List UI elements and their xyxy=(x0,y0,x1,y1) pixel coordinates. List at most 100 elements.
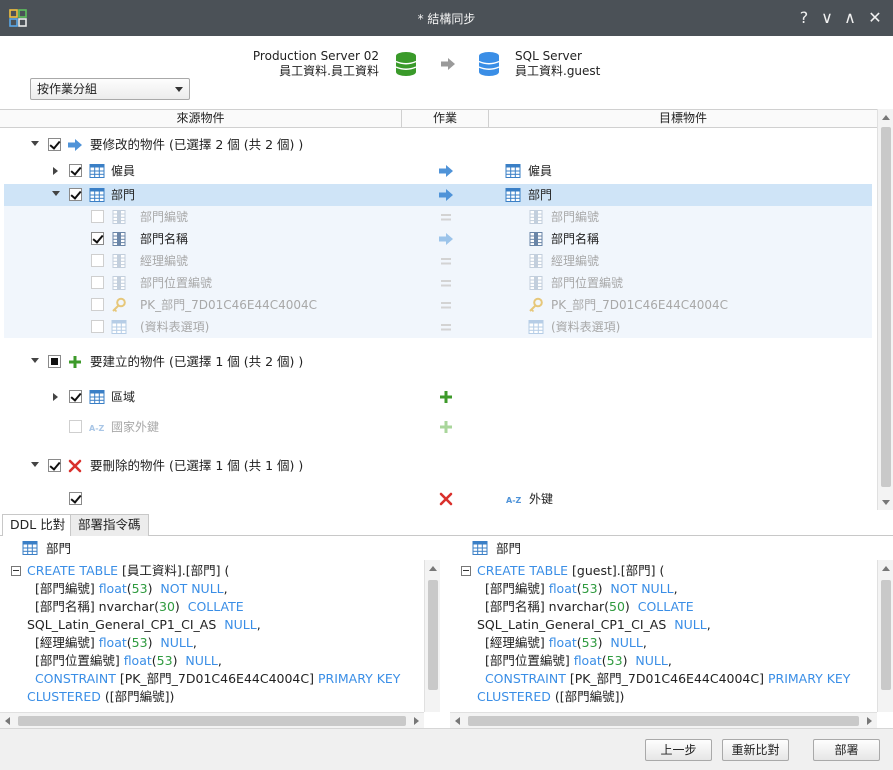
target-connection: SQL Server 員工資料.guest xyxy=(515,49,600,79)
code-keyword: NOT NULL xyxy=(160,581,224,596)
row-checkbox[interactable] xyxy=(69,390,82,403)
tree-row-country-fk[interactable]: 國家外鍵 xyxy=(0,416,877,438)
tree-row-fk-delete[interactable]: 外键 xyxy=(0,488,877,510)
column-icon xyxy=(111,209,127,225)
tab-ddl-compare[interactable]: DDL 比對 xyxy=(2,514,74,537)
group-create-label: 要建立的物件 (已選擇 1 個 (共 2 個) ) xyxy=(90,354,304,369)
code-text: ([部門編號]) xyxy=(100,689,175,704)
table-icon xyxy=(22,540,38,556)
source-object-label: 區域 xyxy=(111,390,136,404)
column-header-action[interactable]: 作業 xyxy=(402,110,489,127)
collapse-toggle-icon[interactable] xyxy=(31,141,39,146)
code-keyword: NULL xyxy=(160,635,193,650)
group-create-checkbox[interactable] xyxy=(48,355,61,368)
code-line: [經理編號] float(53) NULL, xyxy=(0,634,424,652)
scrollbar-thumb[interactable] xyxy=(881,580,891,690)
ddl-source-vertical-scrollbar[interactable] xyxy=(424,560,440,712)
row-checkbox[interactable] xyxy=(69,492,82,505)
scroll-left-icon[interactable] xyxy=(5,717,10,725)
group-delete-checkbox[interactable] xyxy=(48,459,61,472)
scroll-right-icon[interactable] xyxy=(414,717,419,725)
equal-icon xyxy=(438,297,454,313)
code-number: 53 xyxy=(581,581,598,596)
row-checkbox[interactable] xyxy=(91,254,104,267)
code-text: ([部門編號]) xyxy=(550,689,625,704)
target-object-label: 部門 xyxy=(528,188,553,202)
scrollbar-thumb[interactable] xyxy=(18,716,406,726)
ddl-target-horizontal-scrollbar[interactable] xyxy=(450,712,877,728)
row-checkbox[interactable] xyxy=(69,164,82,177)
back-button[interactable]: 上一步 xyxy=(645,739,712,761)
scrollbar-thumb[interactable] xyxy=(881,127,891,487)
scroll-up-icon[interactable] xyxy=(882,115,890,120)
group-row-create[interactable]: 要建立的物件 (已選擇 1 個 (共 2 個) ) xyxy=(0,351,877,373)
tree-row-department-selected[interactable]: 部門 部門 xyxy=(4,184,872,206)
sync-direction-arrow-icon xyxy=(441,58,455,70)
target-server-name: SQL Server xyxy=(515,49,582,63)
row-checkbox[interactable] xyxy=(91,210,104,223)
minimize-button[interactable]: ∨ xyxy=(818,8,836,28)
ddl-target-vertical-scrollbar[interactable] xyxy=(877,560,893,712)
scroll-down-icon[interactable] xyxy=(882,500,890,505)
code-keyword: COLLATE xyxy=(187,599,244,614)
help-button[interactable]: ? xyxy=(795,8,813,28)
row-checkbox[interactable] xyxy=(69,420,82,433)
group-modify-checkbox[interactable] xyxy=(48,138,61,151)
group-row-modify[interactable]: 要修改的物件 (已選擇 2 個 (共 2 個) ) xyxy=(0,134,877,156)
code-text: [經理編號] xyxy=(27,635,99,650)
scroll-up-icon[interactable] xyxy=(429,566,437,571)
code-text: ) xyxy=(622,653,636,668)
scrollbar-thumb[interactable] xyxy=(428,580,438,690)
collapse-toggle-icon[interactable] xyxy=(52,191,60,196)
code-text: SQL_Latin_General_CP1_CI_AS xyxy=(477,617,675,632)
tab-deploy-script[interactable]: 部署指令碼 xyxy=(70,514,149,536)
recompare-button[interactable]: 重新比對 xyxy=(722,739,789,761)
expand-toggle-icon[interactable] xyxy=(53,393,58,401)
scroll-left-icon[interactable] xyxy=(455,717,460,725)
column-icon xyxy=(111,253,127,269)
tree-row-column-location-id[interactable]: 部門位置編號 部門位置編號 xyxy=(4,272,872,294)
source-object-label: 部門編號 xyxy=(140,210,189,224)
row-checkbox[interactable] xyxy=(69,188,82,201)
scroll-up-icon[interactable] xyxy=(882,566,890,571)
row-checkbox[interactable] xyxy=(91,298,104,311)
scrollbar-thumb[interactable] xyxy=(468,716,859,726)
column-header-source[interactable]: 來源物件 xyxy=(0,110,402,127)
tree-vertical-scrollbar[interactable] xyxy=(877,109,893,510)
group-row-delete[interactable]: 要刪除的物件 (已選擇 1 個 (共 1 個) ) xyxy=(0,455,877,477)
code-line: CREATE TABLE [guest].[部門] ( xyxy=(450,562,877,580)
ddl-target-header: 部門 xyxy=(450,536,893,560)
column-header-target[interactable]: 目標物件 xyxy=(489,110,877,127)
fold-toggle-icon[interactable] xyxy=(461,566,471,576)
code-text: , xyxy=(192,635,197,650)
tree-row-column-dept-id[interactable]: 部門編號 部門編號 xyxy=(4,206,872,228)
group-by-dropdown[interactable]: 按作業分組 xyxy=(30,78,190,100)
row-checkbox[interactable] xyxy=(91,276,104,289)
deploy-button[interactable]: 部署 xyxy=(813,739,880,761)
tree-row-table-options[interactable]: (資料表選項) (資料表選項) xyxy=(4,316,872,338)
row-checkbox[interactable] xyxy=(91,232,104,245)
tree-row-primary-key[interactable]: PK_部門_7D01C46E44C4004C PK_部門_7D01C46E44C… xyxy=(4,294,872,316)
source-schema-name: 員工資料.員工資料 xyxy=(279,64,379,78)
row-checkbox[interactable] xyxy=(91,320,104,333)
scroll-right-icon[interactable] xyxy=(867,717,872,725)
expand-toggle-icon[interactable] xyxy=(53,167,58,175)
ddl-target-code[interactable]: CREATE TABLE [guest].[部門] ( [部門編號] float… xyxy=(450,562,877,712)
collapse-toggle-icon[interactable] xyxy=(31,358,39,363)
code-line: [部門位置編號] float(53) NULL, xyxy=(0,652,424,670)
ddl-source-horizontal-scrollbar[interactable] xyxy=(0,712,424,728)
code-text: , xyxy=(667,653,672,668)
ddl-source-code[interactable]: CREATE TABLE [員工資料].[部門] ( [部門編號] float(… xyxy=(0,562,424,712)
column-icon xyxy=(528,209,544,225)
code-text: ) xyxy=(174,599,188,614)
fold-toggle-icon[interactable] xyxy=(11,566,21,576)
tree-row-employee[interactable]: 僱員 僱員 xyxy=(0,160,877,182)
code-line: CLUSTERED ([部門編號]) xyxy=(450,688,877,706)
collapse-toggle-icon[interactable] xyxy=(31,462,39,467)
tree-row-column-manager-id[interactable]: 經理編號 經理編號 xyxy=(4,250,872,272)
tree-row-region[interactable]: 區域 xyxy=(0,386,877,408)
close-button[interactable]: ✕ xyxy=(866,8,884,28)
maximize-button[interactable]: ∧ xyxy=(841,8,859,28)
code-line: CONSTRAINT [PK_部門_7D01C46E44C4004C] PRIM… xyxy=(0,670,424,688)
tree-row-column-dept-name[interactable]: 部門名稱 部門名稱 xyxy=(4,228,872,250)
